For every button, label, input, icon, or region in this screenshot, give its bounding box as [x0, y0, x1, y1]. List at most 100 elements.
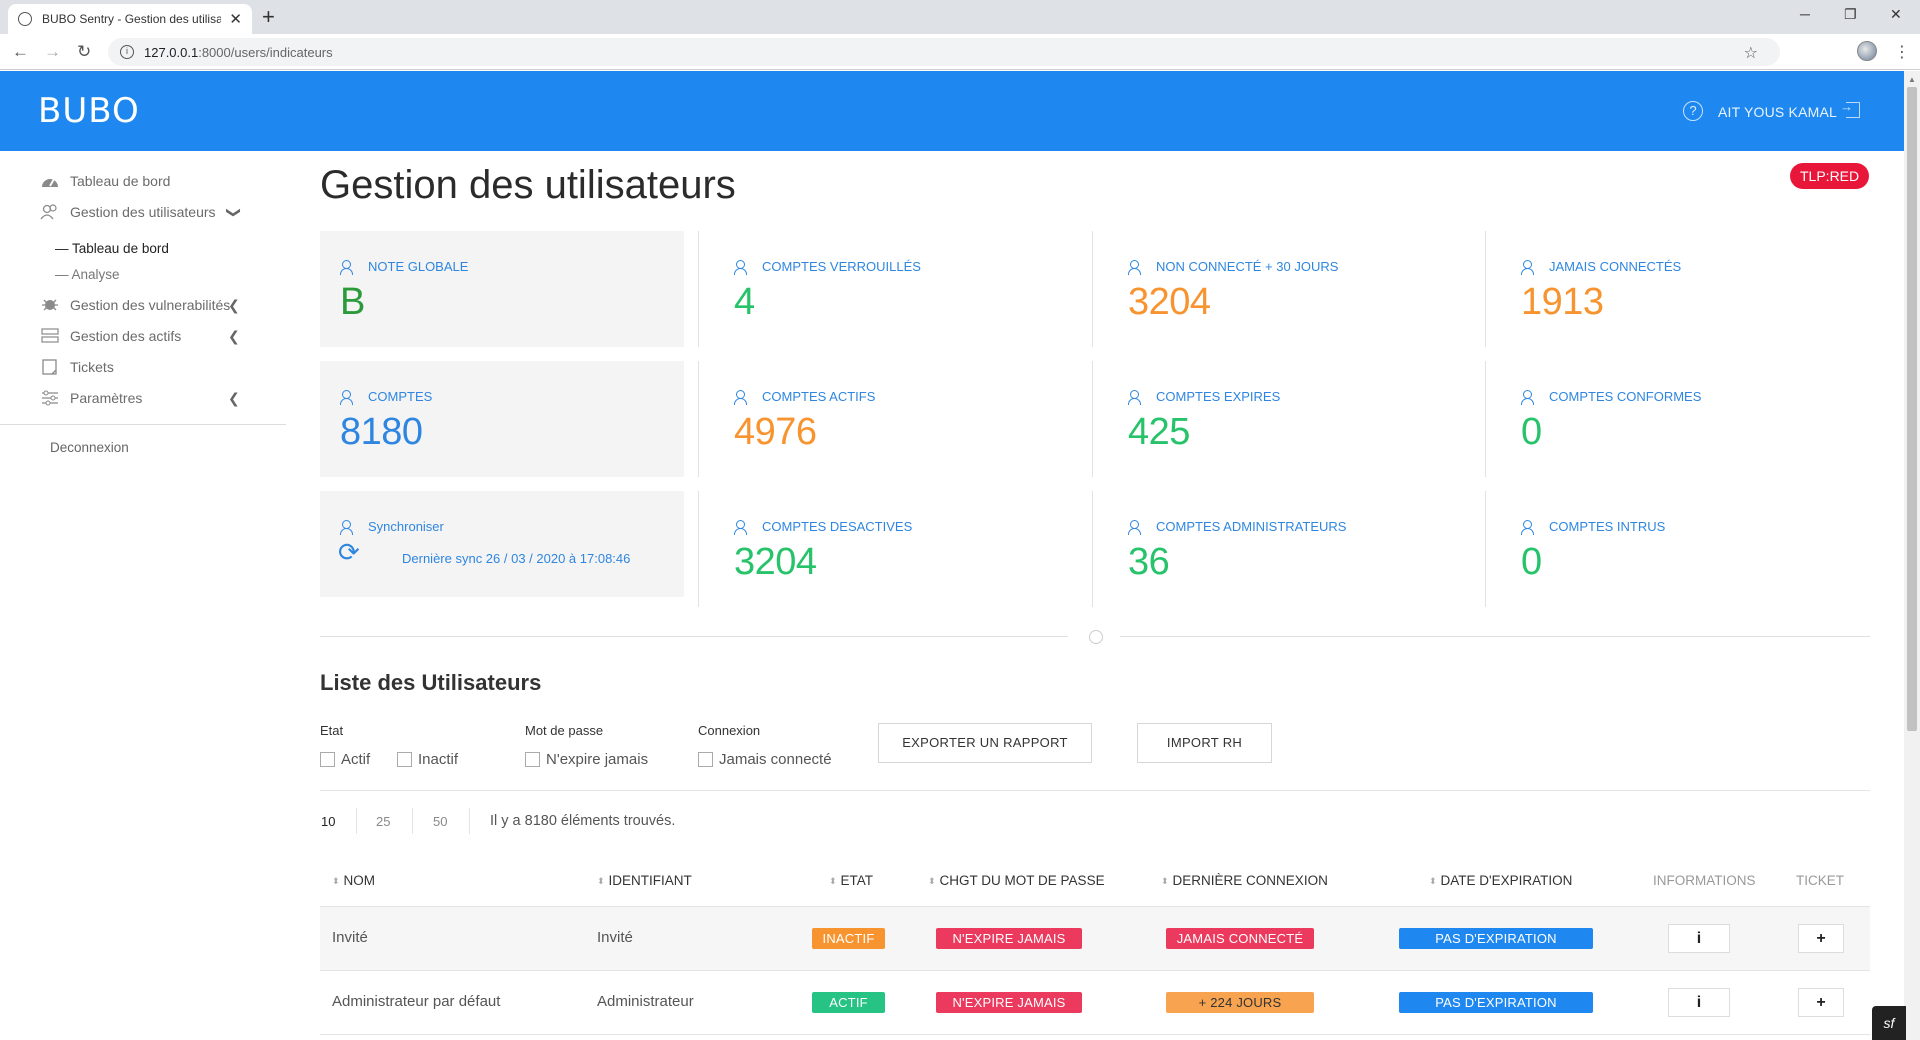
card-value: 0: [1521, 411, 1542, 453]
filter-actif-checkbox[interactable]: Actif: [320, 751, 370, 768]
card-value: 425: [1128, 411, 1190, 453]
users-icon: [1128, 259, 1146, 275]
card-divider: [1485, 361, 1486, 477]
close-tab-icon[interactable]: ✕: [229, 10, 242, 28]
window-close-icon[interactable]: ✕: [1890, 6, 1902, 23]
sidebar-subitem-analyse[interactable]: — Analyse: [55, 267, 120, 282]
minimize-icon[interactable]: ─: [1800, 6, 1810, 22]
sidebar-item-tableau-de-bord[interactable]: Tableau de bord: [40, 172, 170, 190]
filter-jamais-connecte-checkbox[interactable]: Jamais connecté: [698, 751, 832, 768]
users-icon: [734, 519, 752, 535]
status-badge: ACTIF: [812, 992, 885, 1013]
browser-tab[interactable]: BUBO Sentry - Gestion des utilisa ✕: [8, 4, 252, 34]
column-label: CHGT DU MOT DE PASSE: [939, 873, 1105, 888]
profile-avatar[interactable]: [1857, 41, 1877, 61]
bubo-logo[interactable]: BUBO: [38, 91, 140, 131]
sync-label[interactable]: Synchroniser: [368, 519, 444, 534]
page-size-10[interactable]: 10: [321, 814, 335, 829]
filter-inactif-checkbox[interactable]: Inactif: [397, 751, 458, 768]
cell-identifiant: Invité: [597, 929, 633, 946]
import-rh-button[interactable]: IMPORT RH: [1137, 723, 1272, 763]
card-value: 36: [1128, 541, 1170, 583]
column-header-nom[interactable]: ⬍ NOM: [332, 873, 375, 888]
sidebar-item-tickets[interactable]: Tickets: [40, 358, 114, 376]
sort-icon[interactable]: ⬍: [1161, 876, 1169, 886]
card-non-connecte-30: NON CONNECTÉ + 30 JOURS 3204: [1108, 231, 1472, 347]
page-size-50[interactable]: 50: [433, 814, 447, 829]
checkbox[interactable]: [397, 752, 412, 767]
results-count: Il y a 8180 éléments trouvés.: [490, 813, 676, 829]
card-value: B: [340, 281, 365, 323]
info-button[interactable]: i: [1668, 988, 1730, 1017]
sort-icon[interactable]: ⬍: [597, 876, 605, 886]
card-value: 4976: [734, 411, 817, 453]
sidebar-label: Gestion des vulnerabilités: [70, 297, 231, 313]
globe-icon: [18, 12, 32, 26]
checkbox[interactable]: [320, 752, 335, 767]
sync-icon[interactable]: ⟳: [338, 539, 360, 565]
scroll-up-icon[interactable]: ▲: [1908, 75, 1916, 84]
column-header-chgt-mdp[interactable]: ⬍ CHGT DU MOT DE PASSE: [928, 873, 1105, 888]
sidebar-label: Paramètres: [70, 390, 143, 406]
sort-icon[interactable]: ⬍: [1429, 876, 1437, 886]
checkbox[interactable]: [525, 752, 540, 767]
card-synchroniser[interactable]: Synchroniser ⟳ Dernière sync 26 / 03 / 2…: [320, 491, 684, 597]
add-ticket-button[interactable]: +: [1798, 988, 1844, 1017]
sort-icon[interactable]: ⬍: [928, 876, 936, 886]
reload-icon[interactable]: ↻: [77, 42, 91, 62]
new-tab-icon[interactable]: +: [262, 5, 275, 29]
page-size-25[interactable]: 25: [376, 814, 390, 829]
card-note-globale: NOTE GLOBALE B: [320, 231, 684, 347]
filter-connexion-title: Connexion: [698, 723, 761, 738]
column-header-identifiant[interactable]: ⬍ IDENTIFIANT: [597, 873, 692, 888]
chevron-left-icon[interactable]: ❮: [228, 297, 240, 314]
logout-icon[interactable]: [1840, 99, 1860, 118]
checkbox[interactable]: [698, 752, 713, 767]
help-icon[interactable]: ?: [1683, 101, 1703, 121]
chevron-left-icon[interactable]: ❮: [228, 390, 240, 407]
url-input[interactable]: i 127.0.0.1:8000/users/indicateurs ☆: [108, 38, 1780, 66]
users-icon: [1521, 259, 1539, 275]
sort-icon[interactable]: ⬍: [332, 876, 340, 886]
back-icon[interactable]: ←: [12, 42, 29, 62]
card-value: 1913: [1521, 281, 1604, 323]
card-comptes-actifs: COMPTES ACTIFS 4976: [714, 361, 1078, 477]
column-header-date-expiration[interactable]: ⬍ DATE D'EXPIRATION: [1429, 873, 1572, 888]
column-header-etat[interactable]: ⬍ ETAT: [829, 873, 873, 888]
table-row[interactable]: Administrateur par défaut Administrateur…: [320, 971, 1870, 1034]
users-icon: [340, 389, 358, 405]
status-badge: INACTIF: [812, 928, 885, 949]
column-header-derniere-connexion[interactable]: ⬍ DERNIÈRE CONNEXION: [1161, 873, 1328, 888]
card-label: NOTE GLOBALE: [368, 259, 469, 274]
card-comptes-expires: COMPTES EXPIRES 425: [1108, 361, 1472, 477]
column-label: DATE D'EXPIRATION: [1440, 873, 1573, 888]
export-report-button[interactable]: EXPORTER UN RAPPORT: [878, 723, 1092, 763]
filter-nexpire-jamais-checkbox[interactable]: N'expire jamais: [525, 751, 648, 768]
forward-icon[interactable]: →: [44, 42, 61, 62]
sidebar-item-actifs[interactable]: Gestion des actifs: [40, 327, 181, 345]
chevron-left-icon[interactable]: ❮: [228, 328, 240, 345]
bug-icon: [40, 296, 60, 314]
sidebar-item-parametres[interactable]: Paramètres: [40, 389, 142, 407]
username[interactable]: AIT YOUS KAMAL: [1718, 104, 1837, 120]
site-info-icon[interactable]: i: [120, 45, 134, 59]
checkbox-label: Jamais connecté: [719, 751, 832, 768]
card-divider: [698, 231, 699, 347]
add-ticket-button[interactable]: +: [1798, 924, 1844, 953]
connexion-badge: JAMAIS CONNECTÉ: [1166, 928, 1314, 949]
info-button[interactable]: i: [1668, 924, 1730, 953]
bookmark-star-icon[interactable]: ☆: [1744, 43, 1758, 63]
sort-icon[interactable]: ⬍: [829, 876, 837, 886]
symfony-toolbar-icon[interactable]: sf: [1872, 1006, 1906, 1040]
sidebar-subitem-tableau-de-bord[interactable]: — Tableau de bord: [55, 241, 169, 256]
table-row[interactable]: Invité Invité INACTIF N'EXPIRE JAMAIS JA…: [320, 907, 1870, 970]
browser-menu-icon[interactable]: ⋮: [1894, 42, 1910, 62]
address-bar: ← → ↻ i 127.0.0.1:8000/users/indicateurs…: [0, 34, 1920, 70]
sidebar-item-gestion-utilisateurs[interactable]: Gestion des utilisateurs: [40, 203, 216, 221]
chevron-down-icon[interactable]: ❯: [225, 207, 242, 219]
sidebar-logout[interactable]: Deconnexion: [50, 440, 129, 455]
sidebar-item-vulnerabilites[interactable]: Gestion des vulnerabilités: [40, 296, 230, 314]
page-scrollbar[interactable]: ▲: [1904, 71, 1920, 1040]
restore-icon[interactable]: ❐: [1844, 6, 1857, 23]
scrollbar-thumb[interactable]: [1907, 87, 1917, 731]
